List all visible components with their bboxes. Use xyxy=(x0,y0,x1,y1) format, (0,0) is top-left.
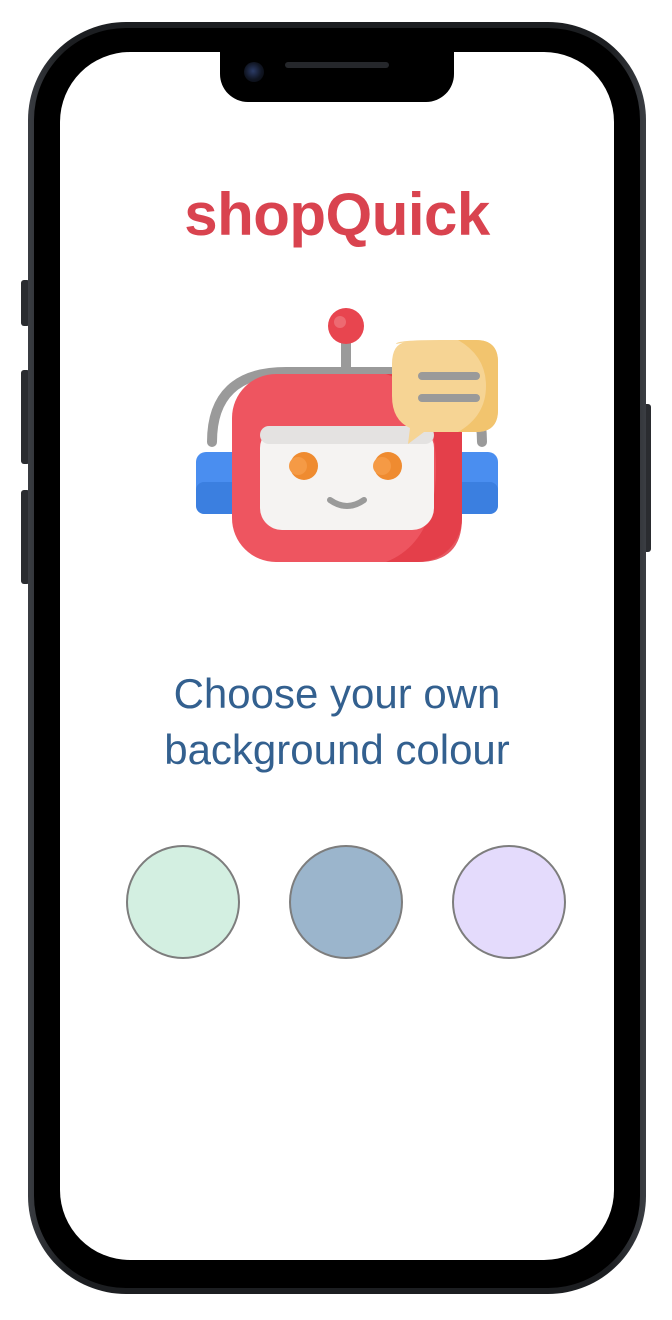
prompt-line-2: background colour xyxy=(164,726,510,773)
front-camera-icon xyxy=(244,62,264,82)
earpiece-speaker xyxy=(285,62,389,68)
phone-bezel: shopQuick Choose your own background col… xyxy=(34,28,640,1288)
notch xyxy=(220,52,454,102)
swatch-lavender[interactable] xyxy=(452,845,566,959)
app-title: shopQuick xyxy=(184,181,490,248)
device-mockup: shopQuick Choose your own background col… xyxy=(0,0,672,1320)
background-colour-prompt: Choose your own background colour xyxy=(60,666,614,778)
colour-swatch-row xyxy=(126,845,566,961)
app-screen: shopQuick Choose your own background col… xyxy=(60,52,614,1260)
robot-chat-icon xyxy=(196,308,498,562)
prompt-line-1: Choose your own xyxy=(173,670,501,717)
swatch-mint[interactable] xyxy=(126,845,240,959)
swatch-slate-blue[interactable] xyxy=(289,845,403,959)
phone-frame: shopQuick Choose your own background col… xyxy=(28,22,646,1294)
